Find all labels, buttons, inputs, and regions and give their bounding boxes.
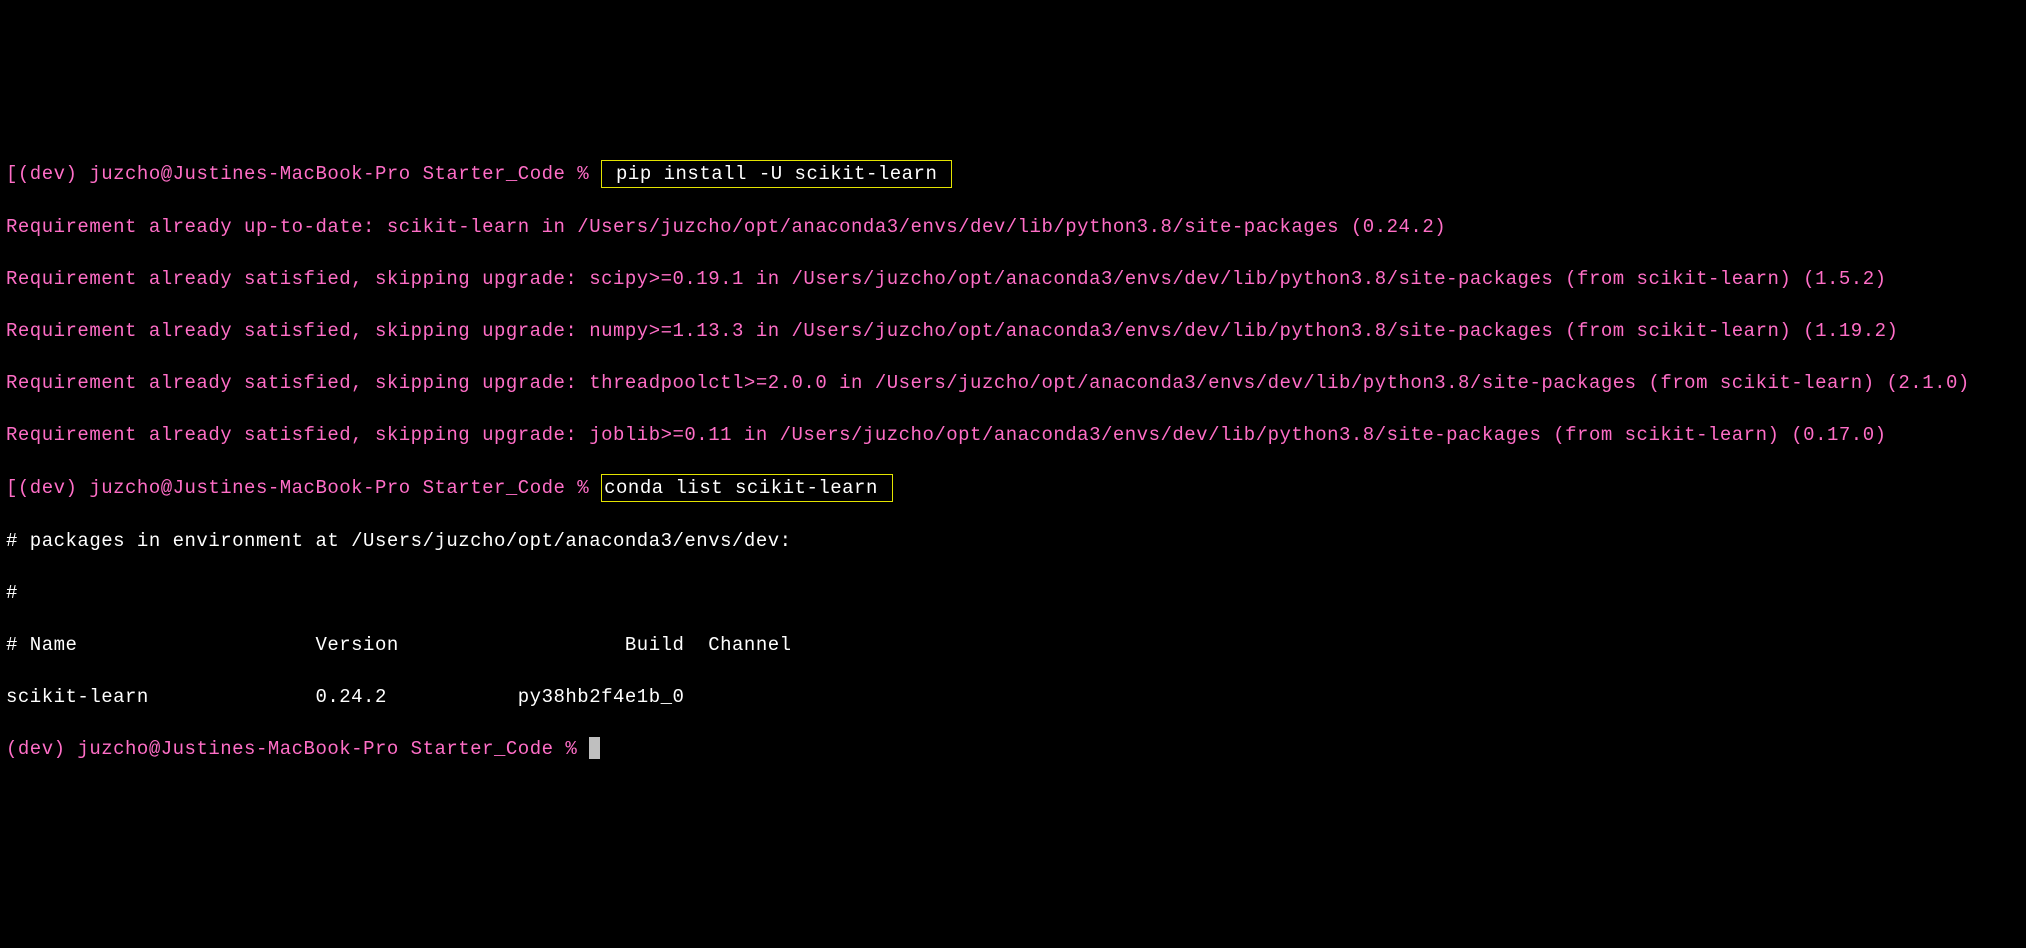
conda-env-header: # packages in environment at /Users/juzc… xyxy=(6,528,2020,554)
pip-output-line: Requirement already satisfied, skipping … xyxy=(6,266,2020,292)
conda-columns-header: # Name Version Build Channel xyxy=(6,632,2020,658)
pip-output-line: Requirement already satisfied, skipping … xyxy=(6,370,2020,396)
highlighted-command-2: conda list scikit-learn xyxy=(601,474,893,502)
terminal-cursor[interactable] xyxy=(589,737,600,759)
conda-env-label: (dev) xyxy=(6,738,77,760)
shell-prompt: juzcho@Justines-MacBook-Pro Starter_Code… xyxy=(89,477,601,499)
conda-env-label: (dev) xyxy=(18,477,89,499)
pip-output-line: Requirement already satisfied, skipping … xyxy=(6,422,2020,448)
pip-output-line: Requirement already satisfied, skipping … xyxy=(6,318,2020,344)
cmd-conda-list: conda list scikit-learn xyxy=(604,477,890,499)
prompt-line-3: (dev) juzcho@Justines-MacBook-Pro Starte… xyxy=(6,736,2020,762)
conda-package-row: scikit-learn 0.24.2 py38hb2f4e1b_0 xyxy=(6,684,2020,710)
conda-env-label: (dev) xyxy=(18,163,89,185)
prompt-bracket: [ xyxy=(6,477,18,499)
highlighted-command-1: pip install -U scikit-learn xyxy=(601,160,952,188)
conda-hash-line: # xyxy=(6,580,2020,606)
prompt-line-2: [(dev) juzcho@Justines-MacBook-Pro Start… xyxy=(6,474,2020,502)
cmd-pip-install: pip install -U scikit-learn xyxy=(604,163,949,185)
terminal-output-block[interactable]: [(dev) juzcho@Justines-MacBook-Pro Start… xyxy=(6,108,2020,814)
pip-output-line: Requirement already up-to-date: scikit-l… xyxy=(6,214,2020,240)
shell-prompt: juzcho@Justines-MacBook-Pro Starter_Code… xyxy=(89,163,601,185)
prompt-line-1: [(dev) juzcho@Justines-MacBook-Pro Start… xyxy=(6,160,2020,188)
prompt-bracket: [ xyxy=(6,163,18,185)
shell-prompt: juzcho@Justines-MacBook-Pro Starter_Code… xyxy=(77,738,589,760)
